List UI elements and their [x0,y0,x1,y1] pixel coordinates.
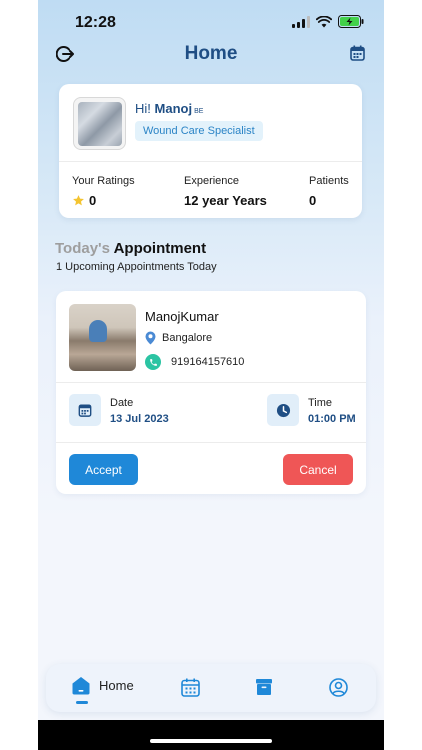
archive-box-icon[interactable] [255,678,273,696]
cellular-signal-icon [292,15,310,28]
section-title-muted: Today's [55,240,110,257]
stat-value: 0 [309,193,317,208]
accept-button[interactable]: Accept [69,454,138,485]
avatar-image [78,102,122,146]
nav-item-label: Home [99,678,134,693]
greeting: Hi! Manoj BE [135,101,203,116]
appointment-card[interactable]: ManojKumar Bangalore 919164157610 Date 1… [56,291,366,494]
calendar-icon[interactable] [181,678,200,697]
greeting-text: Hi! [135,101,151,116]
section-title-strong: Appointment [113,240,207,257]
patient-photo-figure [89,320,107,342]
specialty-badge: Wound Care Specialist [135,121,263,141]
home-indicator[interactable] [150,739,272,743]
time-value: 01:00 PM [308,413,356,425]
date-label: Date [110,397,134,409]
bottom-nav: Home [46,664,376,712]
stat-ratings: Your Ratings 0 [72,175,135,208]
divider [56,442,366,443]
stat-label: Patients [309,175,349,187]
phone-icon[interactable] [145,354,161,370]
stat-patients: Patients 0 [309,175,349,208]
home-indicator-area [38,720,384,750]
status-icons [292,15,364,28]
patient-phone-number: 919164157610 [171,356,245,368]
clock-icon [276,403,290,417]
divider [56,382,366,383]
status-time: 12:28 [75,14,116,31]
date-value: 13 Jul 2023 [110,413,169,425]
calendar-icon[interactable] [350,45,365,61]
doctor-degree: BE [194,108,204,115]
battery-charging-icon [338,15,364,28]
wifi-icon [316,15,332,27]
location-pin-icon [145,331,156,345]
time-icon-box [267,394,299,426]
stat-label: Your Ratings [72,175,135,187]
profile-card: Hi! Manoj BE Wound Care Specialist Your R… [59,84,362,218]
patient-location: Bangalore [145,331,212,345]
star-icon [73,195,84,206]
stat-experience: Experience 12 year Years [184,175,267,208]
profile-icon[interactable] [329,678,348,697]
active-indicator [76,701,88,704]
calendar-icon [78,404,92,417]
page-title: Home [184,43,238,64]
stat-value: 12 year Years [184,193,267,208]
section-title: Today's Appointment [55,240,206,257]
patient-name: ManojKumar [145,309,219,324]
home-icon [72,677,90,695]
patient-phone[interactable]: 919164157610 [145,354,244,370]
date-icon-box [69,394,101,426]
cancel-button[interactable]: Cancel [283,454,353,485]
divider [59,161,362,162]
nav-item-home[interactable]: Home [71,676,134,695]
patient-photo [69,304,136,371]
stat-value: 0 [89,193,97,208]
stat-label: Experience [184,175,240,187]
patient-location-text: Bangalore [162,332,213,344]
section-subtitle: 1 Upcoming Appointments Today [56,261,217,273]
time-label: Time [308,397,333,409]
app-screen: 12:28 Home Hi! Manoj BE Wound Care Speci… [38,0,384,750]
avatar[interactable] [73,97,126,150]
doctor-name: Manoj [154,101,193,116]
